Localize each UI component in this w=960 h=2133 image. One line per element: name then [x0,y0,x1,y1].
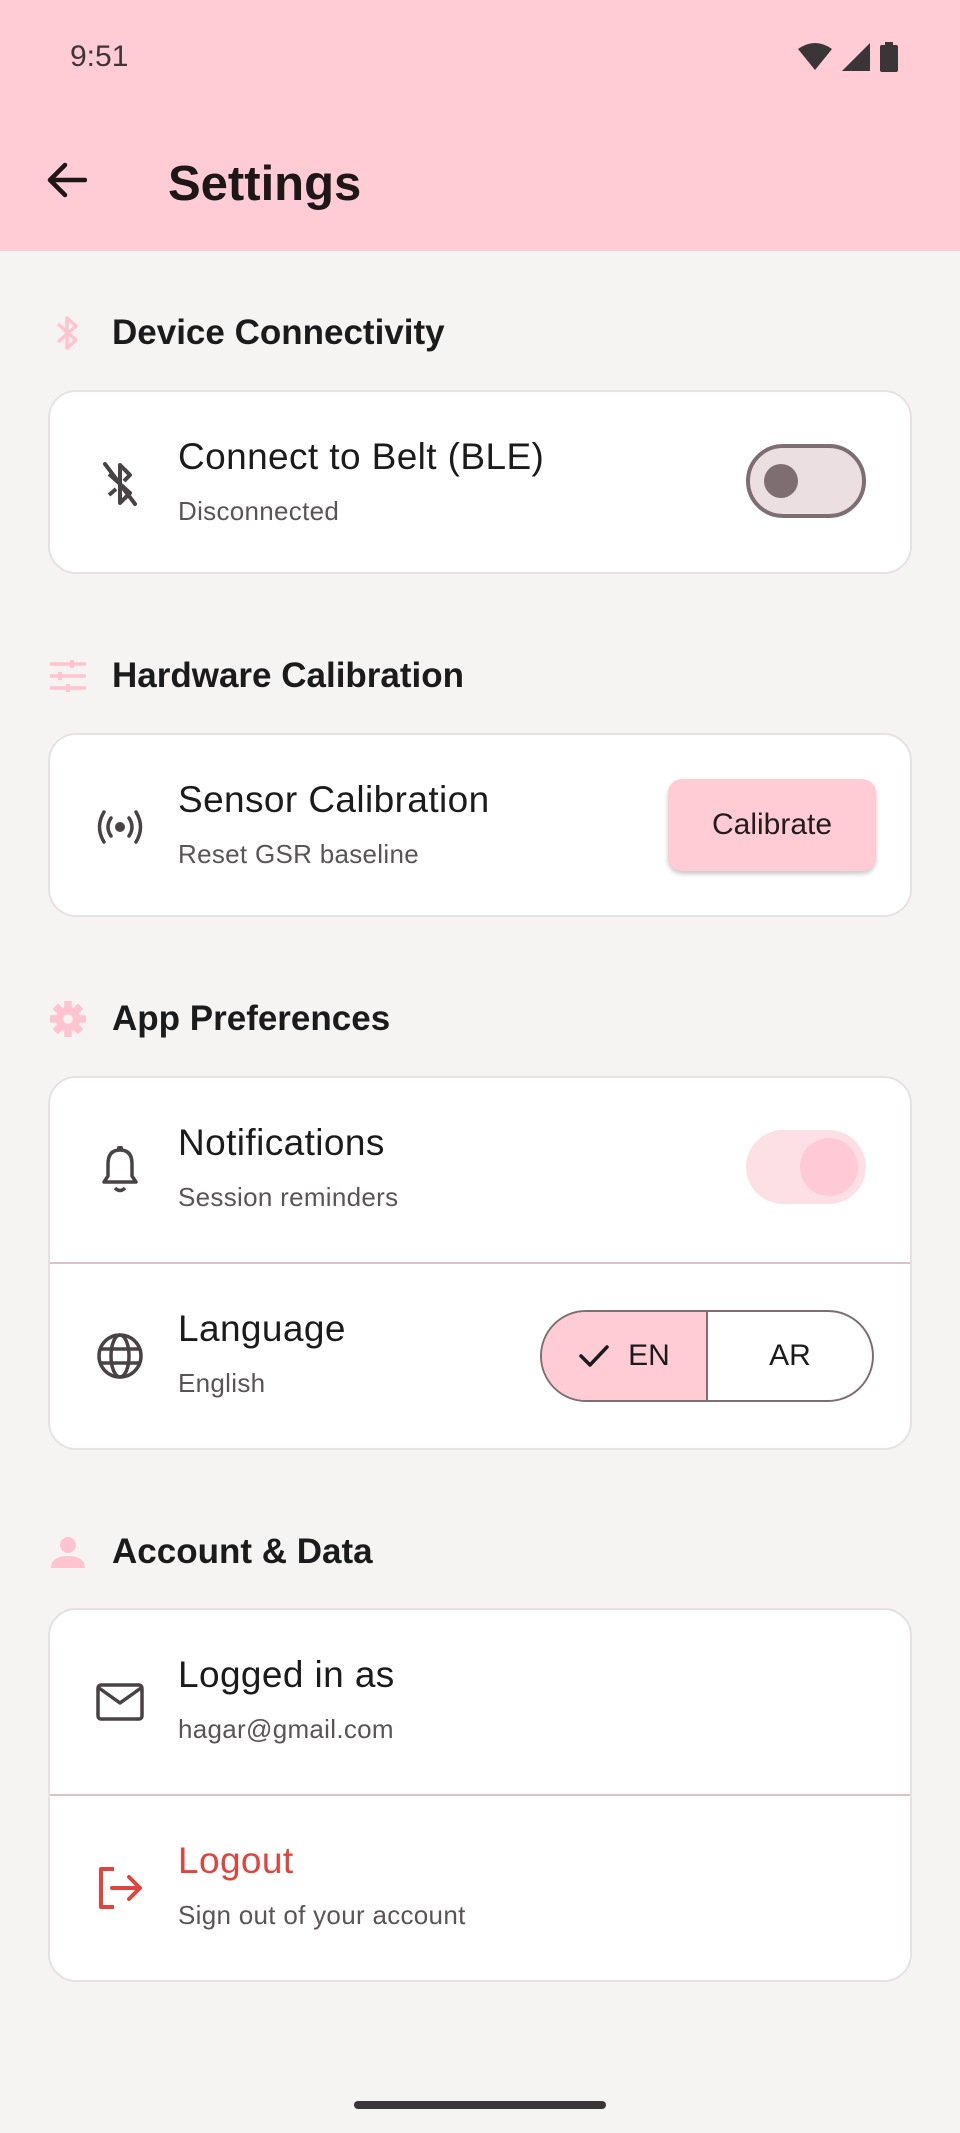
hardware-card: Sensor Calibration Reset GSR baseline Ca… [48,733,912,917]
bluetooth-disabled-icon [88,452,152,516]
notifications-toggle[interactable] [746,1130,866,1204]
section-title: Account & Data [112,1532,373,1571]
row-subtitle: Disconnected [178,496,340,526]
signal-icon [842,43,870,76]
connect-belt-row[interactable]: Connect to Belt (BLE) Disconnected [50,392,910,572]
ble-toggle[interactable] [746,444,866,518]
preferences-card: Notifications Session reminders Language… [48,1076,912,1450]
logged-in-row: Logged in as hagar@gmail.com [50,1610,910,1794]
check-icon [579,1345,609,1367]
battery-icon [880,42,898,77]
language-option-ar[interactable]: AR [708,1312,872,1400]
toggle-knob [800,1138,858,1196]
page-title: Settings [168,157,362,211]
bluetooth-icon [50,315,86,351]
status-time: 9:51 [70,40,129,73]
app-bar: 9:51 Settings [0,0,960,251]
user-email: hagar@gmail.com [178,1714,394,1744]
section-app-preferences: App Preferences [50,994,390,1044]
row-title: Logged in as [178,1654,395,1695]
notifications-row[interactable]: Notifications Session reminders [50,1078,910,1262]
toggle-knob [764,464,798,498]
sensors-icon [88,795,152,859]
device-card: Connect to Belt (BLE) Disconnected [48,390,912,574]
row-subtitle: Session reminders [178,1182,399,1212]
logout-icon [88,1856,152,1920]
calibrate-button[interactable]: Calibrate [668,779,876,871]
logout-title: Logout [178,1840,294,1881]
bell-icon [88,1138,152,1202]
status-icons [798,42,898,77]
language-row: Language English EN AR [50,1262,910,1448]
section-account-data: Account & Data [50,1527,373,1577]
mail-icon [88,1670,152,1734]
row-title: Notifications [178,1122,385,1163]
section-title: App Preferences [112,999,391,1038]
wifi-icon [798,43,832,76]
row-subtitle: English [178,1368,266,1398]
tune-icon [50,658,86,694]
row-title: Sensor Calibration [178,779,490,820]
language-option-en[interactable]: EN [542,1312,708,1400]
section-hardware-calibration: Hardware Calibration [50,651,464,701]
row-subtitle: Sign out of your account [178,1900,466,1930]
row-subtitle: Reset GSR baseline [178,839,419,869]
back-button[interactable] [34,150,98,214]
gear-icon [50,1001,86,1037]
globe-icon [88,1324,152,1388]
arrow-back-icon [45,162,88,203]
language-segmented-control: EN AR [540,1310,874,1402]
sensor-calibration-row: Sensor Calibration Reset GSR baseline Ca… [50,735,910,915]
section-title: Hardware Calibration [112,656,465,695]
section-title: Device Connectivity [112,313,445,352]
section-device-connectivity: Device Connectivity [50,308,445,358]
option-label: AR [769,1339,811,1372]
person-icon [50,1534,86,1570]
account-card: Logged in as hagar@gmail.com Logout Sign… [48,1608,912,1982]
option-label: EN [628,1339,670,1372]
home-indicator[interactable] [354,2101,606,2109]
logout-row[interactable]: Logout Sign out of your account [50,1794,910,1980]
row-title: Connect to Belt (BLE) [178,436,545,477]
row-title: Language [178,1308,346,1349]
